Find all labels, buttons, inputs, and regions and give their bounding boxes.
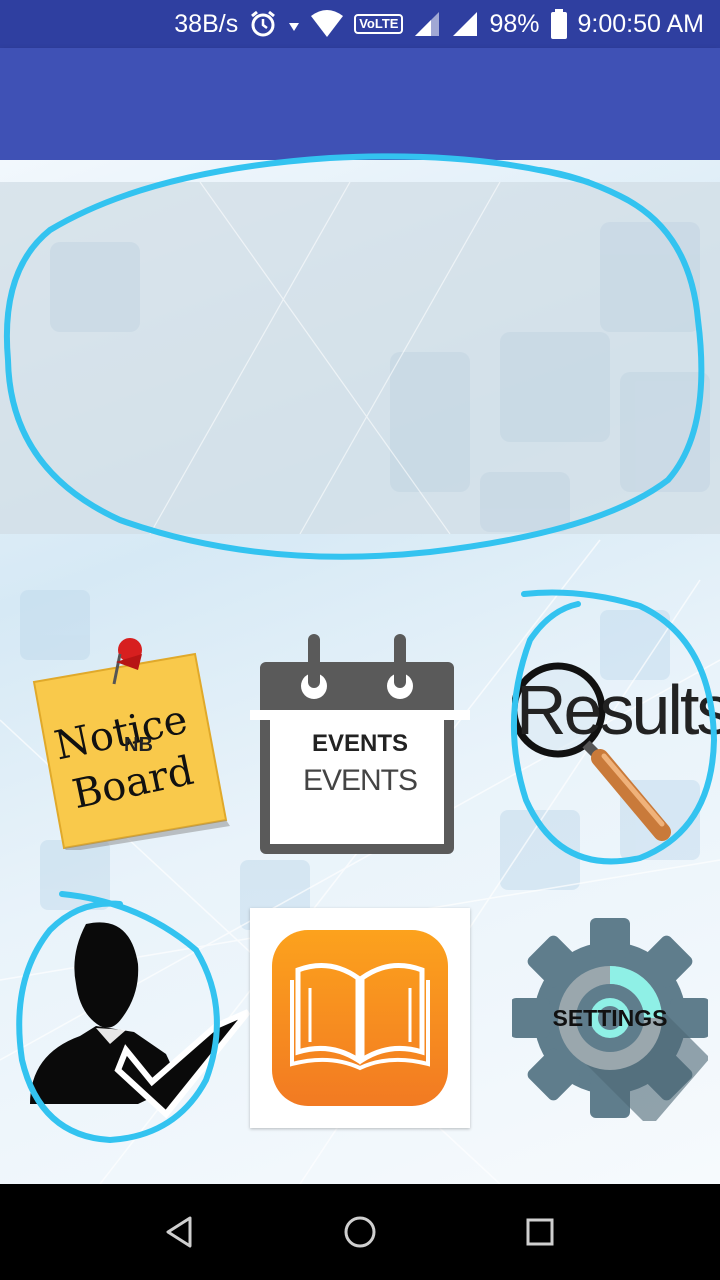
- banner-slider[interactable]: [0, 181, 720, 535]
- library-tile[interactable]: [250, 908, 470, 1128]
- settings-label: SETTINGS: [552, 1005, 668, 1031]
- results-label: Results: [516, 671, 720, 749]
- volte-badge: VoLTE: [354, 14, 404, 34]
- events-tile[interactable]: EVENTS EVENTS: [250, 632, 470, 856]
- results-tile[interactable]: Results: [512, 632, 720, 852]
- person-icon: [30, 922, 250, 1119]
- recents-icon[interactable]: [518, 1210, 562, 1254]
- home-icon[interactable]: [338, 1210, 382, 1254]
- signal-icon: [413, 10, 441, 38]
- network-speed: 38B/s: [174, 9, 239, 38]
- settings-tile[interactable]: SETTINGS: [512, 915, 708, 1121]
- back-icon[interactable]: [158, 1210, 202, 1254]
- alarm-icon: [248, 9, 278, 39]
- wifi-icon: [310, 10, 344, 38]
- book-icon: [272, 930, 448, 1106]
- clock: 9:00:50 AM: [577, 9, 704, 38]
- notice-board-label: NB: [124, 734, 153, 756]
- banner-pattern: [50, 181, 710, 535]
- data-arrow-icon: [288, 9, 300, 39]
- battery-icon: [550, 8, 568, 40]
- profile-tile[interactable]: [30, 914, 250, 1124]
- events-label: EVENTS: [302, 764, 418, 797]
- navigation-bar: [0, 1184, 720, 1280]
- notice-board-tile[interactable]: Notice Board NB: [30, 630, 230, 850]
- app-bar: [0, 48, 720, 160]
- signal-icon-2: [451, 10, 479, 38]
- events-label-bold: EVENTS: [311, 730, 409, 757]
- status-bar: 38B/s VoLTE 98% 9:00:50 AM: [0, 0, 720, 48]
- battery-percent: 98%: [489, 9, 540, 38]
